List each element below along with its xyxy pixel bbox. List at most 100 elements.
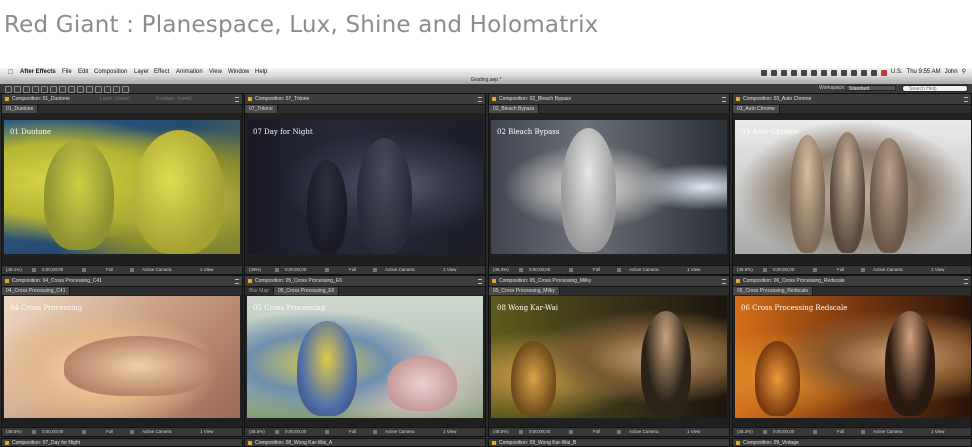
composition-tab[interactable]: Composition: 01_Duotone: [12, 94, 70, 104]
grid-icon[interactable]: [519, 430, 523, 434]
workspace-select[interactable]: Standard: [846, 85, 896, 92]
grid-icon[interactable]: [275, 268, 279, 272]
layer-tab[interactable]: Layer: (none): [100, 94, 130, 104]
region-icon[interactable]: [617, 268, 621, 272]
composition-panel[interactable]: Composition: 06_Cross Processing_Redscal…: [732, 275, 972, 437]
camera-select[interactable]: Active Camera: [385, 428, 415, 436]
timecode[interactable]: 0;00;00;00: [773, 428, 794, 436]
menu-effect[interactable]: Effect: [154, 68, 169, 77]
resolution-select[interactable]: Full: [349, 266, 356, 274]
view-layout-select[interactable]: 1 View: [687, 266, 700, 274]
menu-help[interactable]: Help: [255, 68, 267, 77]
zoom-level[interactable]: (48.5%): [493, 428, 509, 436]
close-tab-icon[interactable]: [492, 441, 496, 445]
close-tab-icon[interactable]: [248, 441, 252, 445]
pan-behind-tool-icon[interactable]: [50, 86, 57, 93]
timecode[interactable]: 0;00;00;00: [285, 428, 306, 436]
composition-panel[interactable]: Composition: 04_Cross Processing_C41 04_…: [1, 275, 243, 437]
panel-menu-icon[interactable]: [235, 97, 239, 102]
camera-select[interactable]: Active Camera: [629, 266, 659, 274]
close-tab-icon[interactable]: [736, 441, 740, 445]
composition-tab[interactable]: Composition: 04_Cross Processing_C41: [12, 276, 102, 286]
resolution-select[interactable]: Full: [106, 266, 113, 274]
region-icon[interactable]: [617, 430, 621, 434]
tray-icon[interactable]: [770, 69, 777, 76]
grid-icon[interactable]: [32, 430, 36, 434]
timecode[interactable]: 0;00;00;00: [773, 266, 794, 274]
type-tool-icon[interactable]: [77, 86, 84, 93]
roto-tool-icon[interactable]: [113, 86, 120, 93]
zoom-level[interactable]: (48.5%): [6, 428, 22, 436]
input-region[interactable]: U.S.: [891, 68, 903, 77]
menu-edit[interactable]: Edit: [78, 68, 88, 77]
panel-menu-icon[interactable]: [478, 97, 482, 102]
spotlight-icon[interactable]: ⚲: [962, 68, 966, 77]
close-tab-icon[interactable]: [736, 279, 740, 283]
camera-select[interactable]: Active Camera: [629, 428, 659, 436]
close-tab-icon[interactable]: [5, 97, 9, 101]
snapshot-icon[interactable]: [82, 430, 86, 434]
tray-icon[interactable]: [760, 69, 767, 76]
region-icon[interactable]: [373, 430, 377, 434]
blur-map-subtab[interactable]: Blur Map: [245, 287, 275, 295]
menu-view[interactable]: View: [209, 68, 222, 77]
snapshot-icon[interactable]: [325, 268, 329, 272]
panel-menu-icon[interactable]: [964, 97, 968, 102]
composition-tab[interactable]: Composition: 08_Wong Kar-Wai_A: [244, 438, 486, 447]
composition-viewer[interactable]: 01 Duotone: [4, 120, 240, 254]
composition-tab[interactable]: Composition: 09_Vintage: [732, 438, 972, 447]
menu-animation[interactable]: Animation: [176, 68, 203, 77]
camera-select[interactable]: Active Camera: [385, 266, 415, 274]
view-layout-select[interactable]: 1 View: [200, 428, 213, 436]
composition-tab[interactable]: Composition: 09_Wong Kar-Wai_B: [488, 438, 730, 447]
clone-tool-icon[interactable]: [95, 86, 102, 93]
resolution-select[interactable]: Full: [349, 428, 356, 436]
tray-icon[interactable]: [780, 69, 787, 76]
composition-panel[interactable]: Composition: 05_Cross Processing_Milky 0…: [488, 275, 730, 437]
eraser-tool-icon[interactable]: [104, 86, 111, 93]
zoom-level[interactable]: (48.3%): [493, 266, 509, 274]
menu-file[interactable]: File: [62, 68, 72, 77]
composition-viewer[interactable]: 03 Auto Chrome: [735, 120, 971, 254]
resolution-select[interactable]: Full: [106, 428, 113, 436]
camera-select[interactable]: Active Camera: [873, 428, 903, 436]
composition-tab[interactable]: Composition: 02_Bleach Bypass: [499, 94, 571, 104]
comp-subtab[interactable]: 01_Duotone: [2, 105, 39, 113]
camera-tool-icon[interactable]: [41, 86, 48, 93]
timecode[interactable]: 0;00;00;00: [285, 266, 306, 274]
composition-panel[interactable]: Composition: 02_Bleach Bypass 02_Bleach …: [488, 93, 730, 275]
search-help-input[interactable]: [902, 85, 968, 92]
menu-app[interactable]: After Effects: [20, 68, 56, 77]
battery-icon[interactable]: [870, 69, 877, 76]
grid-icon[interactable]: [275, 430, 279, 434]
panel-menu-icon[interactable]: [722, 279, 726, 284]
zoom-level[interactable]: (49.1%): [6, 266, 22, 274]
footage-tab[interactable]: Footage: (none): [156, 94, 192, 104]
tray-icon[interactable]: [810, 69, 817, 76]
brush-tool-icon[interactable]: [86, 86, 93, 93]
composition-tab[interactable]: Composition: 07_Day for Night: [1, 438, 243, 447]
tray-icon[interactable]: [830, 69, 837, 76]
puppet-tool-icon[interactable]: [122, 86, 129, 93]
camera-select[interactable]: Active Camera: [142, 266, 172, 274]
composition-panel[interactable]: Composition: 05_Cross Processing_E6 Blur…: [244, 275, 486, 437]
composition-viewer[interactable]: 06 Cross Processing Redscale: [735, 296, 971, 418]
tray-icon[interactable]: [820, 69, 827, 76]
view-layout-select[interactable]: 1 View: [443, 266, 456, 274]
resolution-select[interactable]: Full: [593, 428, 600, 436]
close-tab-icon[interactable]: [5, 441, 9, 445]
pen-tool-icon[interactable]: [68, 86, 75, 93]
zoom-level[interactable]: (48.5%): [249, 428, 265, 436]
menu-layer[interactable]: Layer: [134, 68, 149, 77]
camera-select[interactable]: Active Camera: [873, 266, 903, 274]
timecode[interactable]: 0;00;00;00: [42, 266, 63, 274]
snapshot-icon[interactable]: [325, 430, 329, 434]
clock[interactable]: Thu 9:55 AM: [907, 68, 941, 77]
view-layout-select[interactable]: 1 View: [931, 266, 944, 274]
comp-subtab[interactable]: 03_Auto Chrome: [733, 105, 780, 113]
grid-icon[interactable]: [32, 268, 36, 272]
close-tab-icon[interactable]: [492, 97, 496, 101]
close-tab-icon[interactable]: [248, 97, 252, 101]
composition-viewer[interactable]: 02 Bleach Bypass: [491, 120, 727, 254]
camera-select[interactable]: Active Camera: [142, 428, 172, 436]
